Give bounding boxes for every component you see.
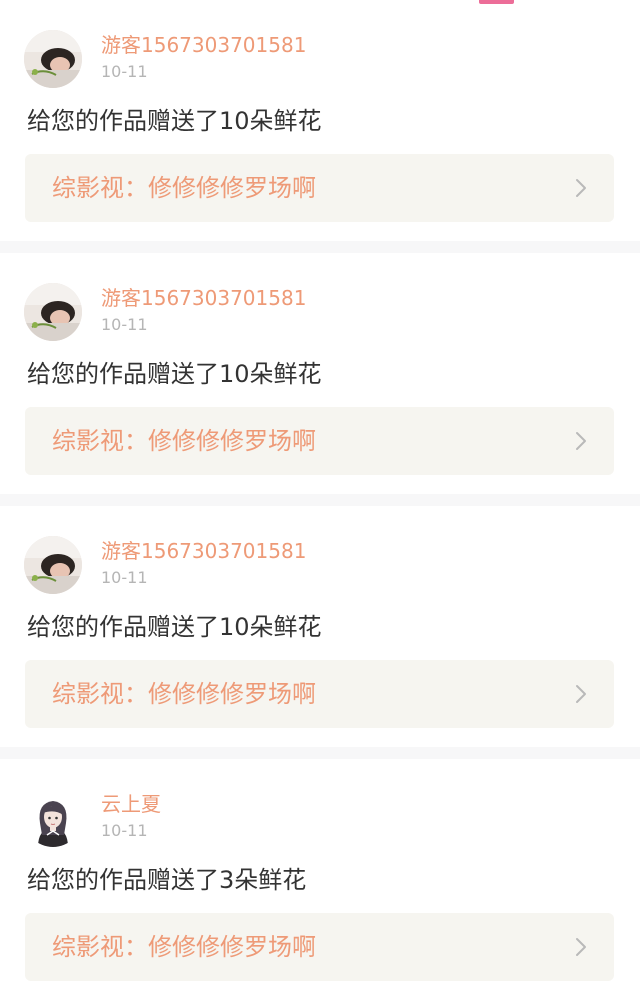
notification-card: 游客1567303701581 10-11 给您的作品赠送了10朵鲜花 综影视：…: [0, 253, 640, 494]
notification-header: 游客1567303701581 10-11: [0, 28, 640, 90]
user-avatar[interactable]: [24, 536, 82, 594]
work-title: 综影视：修修修修罗场啊: [52, 174, 316, 202]
user-name[interactable]: 游客1567303701581: [101, 286, 306, 310]
chevron-right-icon: [576, 685, 586, 703]
notification-card: 云上夏 10-11 给您的作品赠送了3朵鲜花 综影视：修修修修罗场啊: [0, 759, 640, 1000]
anime-girl-avatar: [24, 789, 82, 847]
work-title: 综影视：修修修修罗场啊: [52, 933, 316, 961]
gift-message: 给您的作品赠送了10朵鲜花: [27, 360, 322, 388]
chevron-right-icon: [576, 179, 586, 197]
chevron-right-icon: [576, 938, 586, 956]
girl-lying-photo-avatar: [24, 536, 82, 594]
chevron-right-icon: [576, 432, 586, 450]
girl-lying-photo-avatar: [24, 283, 82, 341]
user-avatar[interactable]: [24, 789, 82, 847]
gift-message: 给您的作品赠送了10朵鲜花: [27, 107, 322, 135]
notification-card: 游客1567303701581 10-11 给您的作品赠送了10朵鲜花 综影视：…: [0, 506, 640, 747]
notification-date: 10-11: [101, 315, 148, 334]
user-name[interactable]: 游客1567303701581: [101, 539, 306, 563]
notification-header: 游客1567303701581 10-11: [0, 281, 640, 343]
work-link[interactable]: 综影视：修修修修罗场啊: [25, 913, 614, 981]
gift-notification-list: 游客1567303701581 10-11 给您的作品赠送了10朵鲜花 综影视：…: [0, 0, 640, 1000]
card-separator: [0, 494, 640, 506]
work-link[interactable]: 综影视：修修修修罗场啊: [25, 407, 614, 475]
notification-date: 10-11: [101, 821, 148, 840]
work-title: 综影视：修修修修罗场啊: [52, 427, 316, 455]
work-link[interactable]: 综影视：修修修修罗场啊: [25, 154, 614, 222]
user-name[interactable]: 游客1567303701581: [101, 33, 306, 57]
girl-lying-photo-avatar: [24, 30, 82, 88]
user-avatar[interactable]: [24, 283, 82, 341]
notification-date: 10-11: [101, 568, 148, 587]
user-name[interactable]: 云上夏: [101, 792, 161, 816]
notification-header: 游客1567303701581 10-11: [0, 534, 640, 596]
notification-header: 云上夏 10-11: [0, 787, 640, 849]
card-separator: [0, 241, 640, 253]
notification-card: 游客1567303701581 10-11 给您的作品赠送了10朵鲜花 综影视：…: [0, 0, 640, 241]
work-title: 综影视：修修修修罗场啊: [52, 680, 316, 708]
user-avatar[interactable]: [24, 30, 82, 88]
gift-message: 给您的作品赠送了3朵鲜花: [27, 866, 307, 894]
notification-date: 10-11: [101, 62, 148, 81]
gift-message: 给您的作品赠送了10朵鲜花: [27, 613, 322, 641]
work-link[interactable]: 综影视：修修修修罗场啊: [25, 660, 614, 728]
card-separator: [0, 747, 640, 759]
